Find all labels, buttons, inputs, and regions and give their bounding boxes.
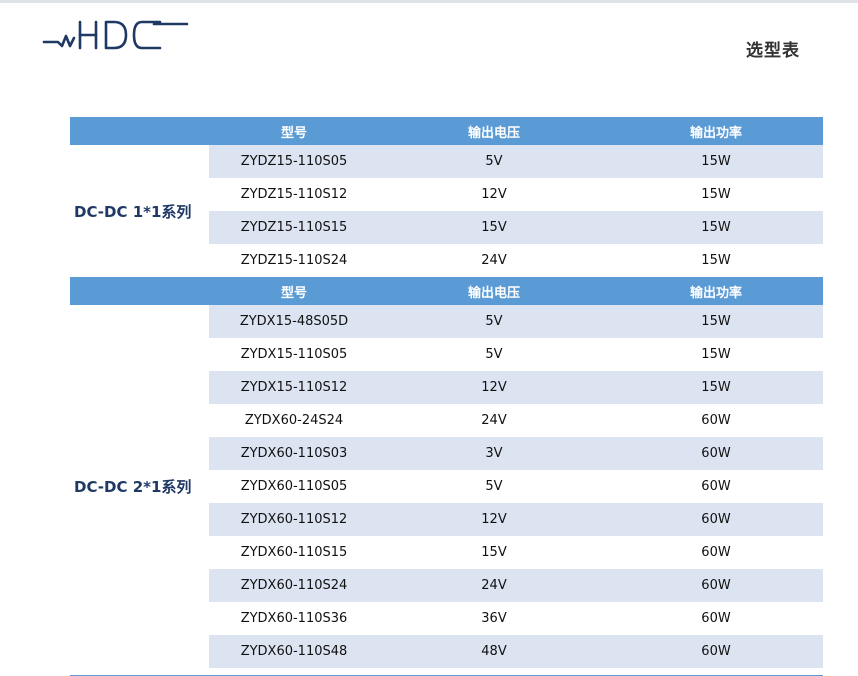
column-header-model: 型号 [209, 277, 379, 305]
model-cell: ZYDZ15-110S05 [209, 145, 379, 178]
voltage-cell: 48V [379, 635, 609, 668]
model-cell: ZYDX60-24S24 [209, 404, 379, 437]
power-cell: 15W [609, 211, 823, 244]
column-header-voltage: 输出电压 [379, 277, 609, 305]
voltage-cell: 5V [379, 338, 609, 371]
power-cell: 60W [609, 536, 823, 569]
table-header-row: 型号 输出电压 输出功率 [70, 277, 823, 305]
voltage-cell: 24V [379, 404, 609, 437]
voltage-cell: 5V [379, 470, 609, 503]
model-cell: ZYDX60-110S24 [209, 569, 379, 602]
model-cell: ZYDX60-110S03 [209, 437, 379, 470]
model-cell: ZYDX60-110S36 [209, 602, 379, 635]
power-cell: 15W [609, 305, 823, 338]
power-cell: 60W [609, 569, 823, 602]
voltage-cell: 36V [379, 602, 609, 635]
power-cell: 15W [609, 178, 823, 211]
power-cell: 15W [609, 244, 823, 277]
power-cell: 60W [609, 404, 823, 437]
power-cell: 60W [609, 635, 823, 668]
power-cell: 60W [609, 470, 823, 503]
power-cell: 15W [609, 145, 823, 178]
top-divider [0, 0, 858, 3]
model-cell: ZYDZ15-110S12 [209, 178, 379, 211]
voltage-cell: 5V [379, 145, 609, 178]
series-label: DC-DC 1*1系列 [70, 145, 209, 277]
power-cell: 60W [609, 602, 823, 635]
table-row: DC-DC 2*1系列 ZYDX15-48S05D 5V 15W [70, 305, 823, 668]
page-title: 选型表 [746, 41, 800, 61]
voltage-cell: 12V [379, 178, 609, 211]
header-blank-cell [70, 277, 209, 305]
model-cell: ZYDX60-110S12 [209, 503, 379, 536]
voltage-cell: 15V [379, 536, 609, 569]
model-cell: ZYDX15-48S05D [209, 305, 379, 338]
column-header-model: 型号 [209, 117, 379, 145]
voltage-cell: 12V [379, 371, 609, 404]
voltage-cell: 12V [379, 503, 609, 536]
voltage-cell: 24V [379, 569, 609, 602]
voltage-cell: 24V [379, 244, 609, 277]
header-blank-cell [70, 117, 209, 145]
voltage-cell: 5V [379, 305, 609, 338]
model-cell: ZYDX15-110S12 [209, 371, 379, 404]
model-cell: ZYDZ15-110S24 [209, 244, 379, 277]
power-cell: 15W [609, 338, 823, 371]
model-cell: ZYDX60-110S48 [209, 635, 379, 668]
company-logo [42, 20, 189, 50]
column-header-voltage: 输出电压 [379, 117, 609, 145]
voltage-cell: 3V [379, 437, 609, 470]
selection-table: 型号 输出电压 输出功率 DC-DC 1*1系列 ZYDZ15-110S05 5V 15W Z… [70, 117, 823, 668]
power-cell: 60W [609, 437, 823, 470]
table-header-row: 型号 输出电压 输出功率 [70, 117, 823, 145]
voltage-cell: 15V [379, 211, 609, 244]
model-cell: ZYDX60-110S05 [209, 470, 379, 503]
model-cell: ZYDX15-110S05 [209, 338, 379, 371]
model-cell: ZYDZ15-110S15 [209, 211, 379, 244]
table-row: DC-DC 1*1系列 ZYDZ15-110S05 5V 15W [70, 145, 823, 277]
column-header-power: 输出功率 [609, 117, 823, 145]
power-cell: 15W [609, 371, 823, 404]
model-cell: ZYDX60-110S15 [209, 536, 379, 569]
series-label: DC-DC 2*1系列 [70, 305, 209, 668]
power-cell: 60W [609, 503, 823, 536]
column-header-power: 输出功率 [609, 277, 823, 305]
